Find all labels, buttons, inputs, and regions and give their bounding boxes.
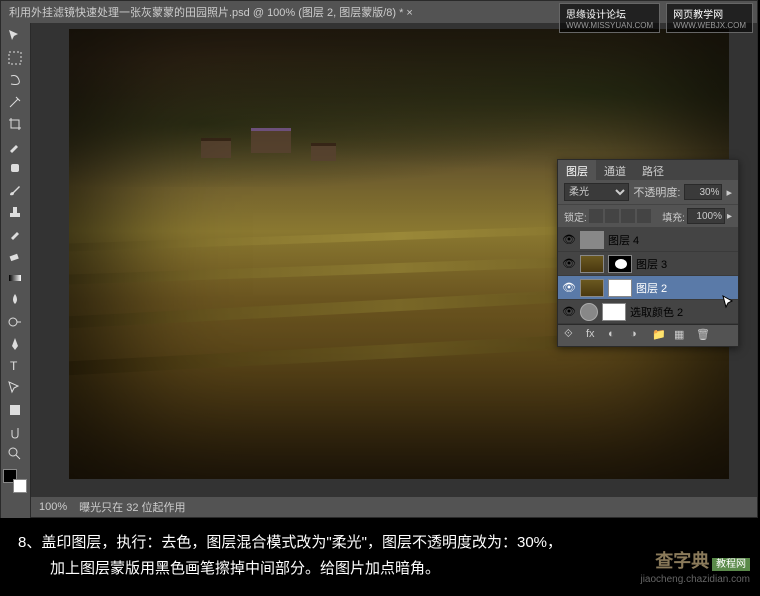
layer-item[interactable]: 👁 选取颜色 2 xyxy=(558,300,738,324)
mask-thumbnail[interactable] xyxy=(608,255,632,273)
trash-icon[interactable]: 🗑 xyxy=(696,328,712,344)
visibility-icon[interactable]: 👁 xyxy=(562,305,576,319)
zoom-tool[interactable] xyxy=(3,443,27,465)
panel-bottom: ⟐ fx ◐ ◑ 📁 ▦ 🗑 xyxy=(558,324,738,346)
chevron-icon[interactable]: ▸ xyxy=(726,186,732,199)
layer-item-selected[interactable]: 👁 图层 2 xyxy=(558,276,738,300)
layer-thumbnail[interactable] xyxy=(580,231,604,249)
type-tool[interactable]: T xyxy=(3,355,27,377)
watermark-logo: 查字典 xyxy=(655,551,709,571)
visibility-icon[interactable]: 👁 xyxy=(562,233,576,247)
watermark-url: jiaocheng.chazidian.com xyxy=(640,573,750,586)
gradient-tool[interactable] xyxy=(3,267,27,289)
watermark-top: 思缘设计论坛 WWW.MISSYUAN.COM 网页教学网 WWW.WEBJX.… xyxy=(559,3,753,33)
color-swatches[interactable] xyxy=(3,469,27,493)
tab-paths[interactable]: 路径 xyxy=(634,160,672,180)
hand-tool[interactable] xyxy=(3,421,27,443)
layer-name[interactable]: 选取颜色 2 xyxy=(630,304,734,320)
path-tool[interactable] xyxy=(3,377,27,399)
marquee-tool[interactable] xyxy=(3,47,27,69)
svg-text:T: T xyxy=(10,359,18,373)
panel-tabs: 图层 通道 路径 xyxy=(558,160,738,180)
watermark-badge: 思缘设计论坛 WWW.MISSYUAN.COM xyxy=(559,3,660,33)
stamp-tool[interactable] xyxy=(3,201,27,223)
layers-panel: 图层 通道 路径 柔光 不透明度: ▸ 锁定: 填充: ▸ 👁 图层 4 xyxy=(557,159,739,347)
lock-label: 锁定: xyxy=(564,209,587,224)
blur-tool[interactable] xyxy=(3,289,27,311)
instruction-line1: 8、盖印图层，执行：去色，图层混合模式改为"柔光"，图层不透明度改为：30%， xyxy=(18,530,742,556)
mask-thumbnail[interactable] xyxy=(608,279,632,297)
healing-tool[interactable] xyxy=(3,157,27,179)
tools-panel: T xyxy=(1,23,31,519)
brush-tool[interactable] xyxy=(3,179,27,201)
lock-all-icon[interactable] xyxy=(637,209,651,223)
adjustment-icon[interactable] xyxy=(580,303,598,321)
blend-row: 柔光 不透明度: ▸ xyxy=(558,180,738,205)
status-bar: 100% 曝光只在 32 位起作用 xyxy=(31,497,757,517)
chevron-icon[interactable]: ▸ xyxy=(727,211,732,222)
eraser-tool[interactable] xyxy=(3,245,27,267)
watermark-bottom: 查字典 教程网 jiaocheng.chazidian.com xyxy=(640,550,750,586)
eyedropper-tool[interactable] xyxy=(3,135,27,157)
lock-pixels-icon[interactable] xyxy=(605,209,619,223)
layer-list: 👁 图层 4 👁 图层 3 👁 图层 2 👁 选取颜色 2 xyxy=(558,228,738,324)
fill-input[interactable] xyxy=(687,208,725,224)
shape-tool[interactable] xyxy=(3,399,27,421)
lasso-tool[interactable] xyxy=(3,69,27,91)
zoom-level[interactable]: 100% xyxy=(39,501,67,513)
dodge-tool[interactable] xyxy=(3,311,27,333)
layer-name[interactable]: 图层 2 xyxy=(636,280,734,296)
visibility-icon[interactable]: 👁 xyxy=(562,257,576,271)
adjustment-icon[interactable]: ◑ xyxy=(630,328,646,344)
document-title: 利用外挂滤镜快速处理一张灰蒙蒙的田园照片.psd @ 100% (图层 2, 图… xyxy=(9,4,413,20)
move-tool[interactable] xyxy=(3,25,27,47)
status-info: 曝光只在 32 位起作用 xyxy=(79,499,185,515)
new-layer-icon[interactable]: ▦ xyxy=(674,328,690,344)
mask-icon[interactable]: ◐ xyxy=(608,328,624,344)
opacity-input[interactable] xyxy=(684,184,722,200)
watermark-tag: 教程网 xyxy=(712,558,750,571)
background-color[interactable] xyxy=(13,479,27,493)
wand-tool[interactable] xyxy=(3,91,27,113)
layer-item[interactable]: 👁 图层 3 xyxy=(558,252,738,276)
instruction-line2: 加上图层蒙版用黑色画笔擦掉中间部分。给图片加点暗角。 xyxy=(18,556,742,582)
link-icon[interactable]: ⟐ xyxy=(564,328,580,344)
photoshop-window: 利用外挂滤镜快速处理一张灰蒙蒙的田园照片.psd @ 100% (图层 2, 图… xyxy=(0,0,758,518)
opacity-label: 不透明度: xyxy=(633,184,680,200)
layer-name[interactable]: 图层 4 xyxy=(608,232,734,248)
layer-name[interactable]: 图层 3 xyxy=(636,256,734,272)
layer-item[interactable]: 👁 图层 4 xyxy=(558,228,738,252)
folder-icon[interactable]: 📁 xyxy=(652,328,668,344)
lock-position-icon[interactable] xyxy=(621,209,635,223)
crop-tool[interactable] xyxy=(3,113,27,135)
history-brush-tool[interactable] xyxy=(3,223,27,245)
fill-label: 填充: xyxy=(662,209,685,224)
layer-thumbnail[interactable] xyxy=(580,255,604,273)
pen-tool[interactable] xyxy=(3,333,27,355)
layer-thumbnail[interactable] xyxy=(580,279,604,297)
lock-row: 锁定: 填充: ▸ xyxy=(558,205,738,228)
visibility-icon[interactable]: 👁 xyxy=(562,281,576,295)
tab-channels[interactable]: 通道 xyxy=(596,160,634,180)
fx-icon[interactable]: fx xyxy=(586,328,602,344)
mask-thumbnail[interactable] xyxy=(602,303,626,321)
tab-layers[interactable]: 图层 xyxy=(558,160,596,180)
watermark-badge: 网页教学网 WWW.WEBJX.COM xyxy=(666,3,753,33)
blend-mode-select[interactable]: 柔光 xyxy=(564,183,629,201)
lock-transparency-icon[interactable] xyxy=(589,209,603,223)
cursor-icon xyxy=(721,294,737,310)
